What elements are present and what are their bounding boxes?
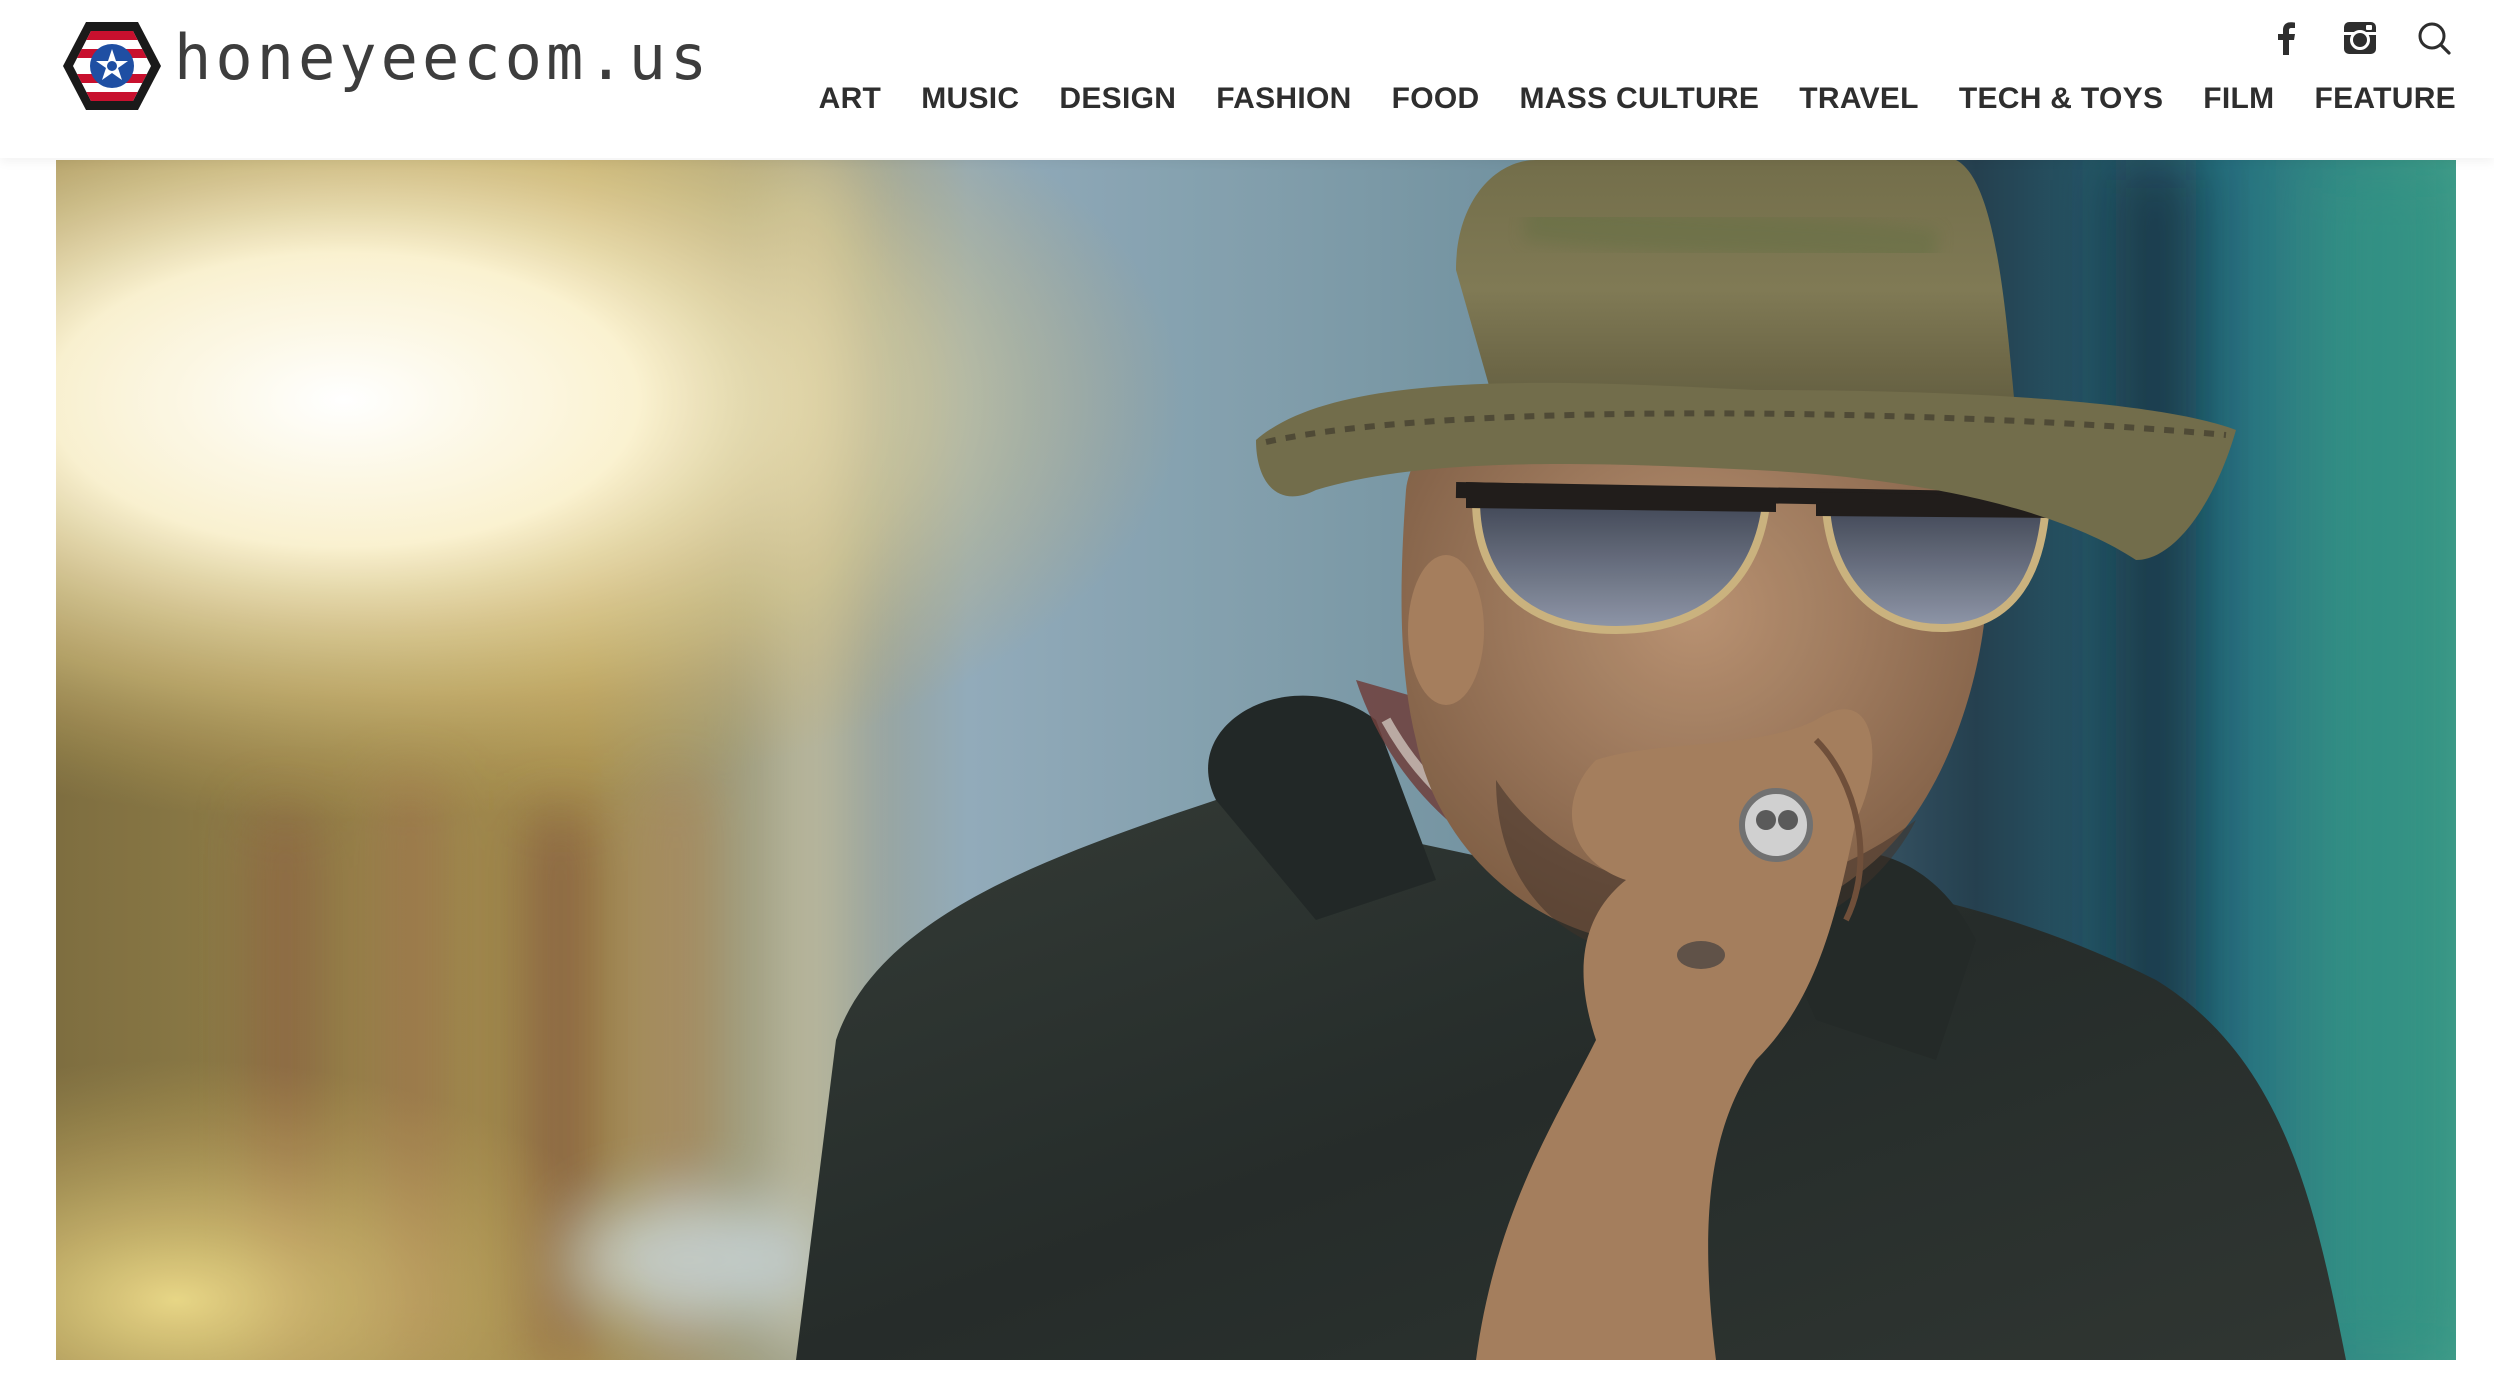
nav-item-food[interactable]: FOOD [1392,82,1480,116]
main-nav: ART MUSIC DESIGN FASHION FOOD MASS CULTU… [779,82,2456,116]
site-header: honeyeecom.us ART MUSIC DESIGN FASHION F… [0,0,2494,158]
nav-item-film[interactable]: FILM [2203,82,2274,116]
social-links [2238,12,2460,64]
hexagon-star-logo-icon [63,22,161,110]
site-name: honeyeecom.us [174,21,712,94]
nav-item-feature[interactable]: FEATURE [2314,82,2456,116]
site-logo[interactable]: honeyeecom.us [60,18,711,114]
man-in-hat-and-sunglasses-photo [56,160,2456,1360]
nav-item-art[interactable]: ART [819,82,882,116]
nav-item-mass-culture[interactable]: MASS CULTURE [1520,82,1760,116]
nav-item-music[interactable]: MUSIC [921,82,1019,116]
nav-item-tech-toys[interactable]: TECH & TOYS [1959,82,2163,116]
nav-item-travel[interactable]: TRAVEL [1799,82,1919,116]
hero-image[interactable] [56,160,2456,1360]
nav-item-fashion[interactable]: FASHION [1216,82,1351,116]
nav-item-design[interactable]: DESIGN [1059,82,1176,116]
instagram-icon[interactable] [2334,12,2386,64]
search-icon[interactable] [2408,12,2460,64]
facebook-icon[interactable] [2260,12,2312,64]
